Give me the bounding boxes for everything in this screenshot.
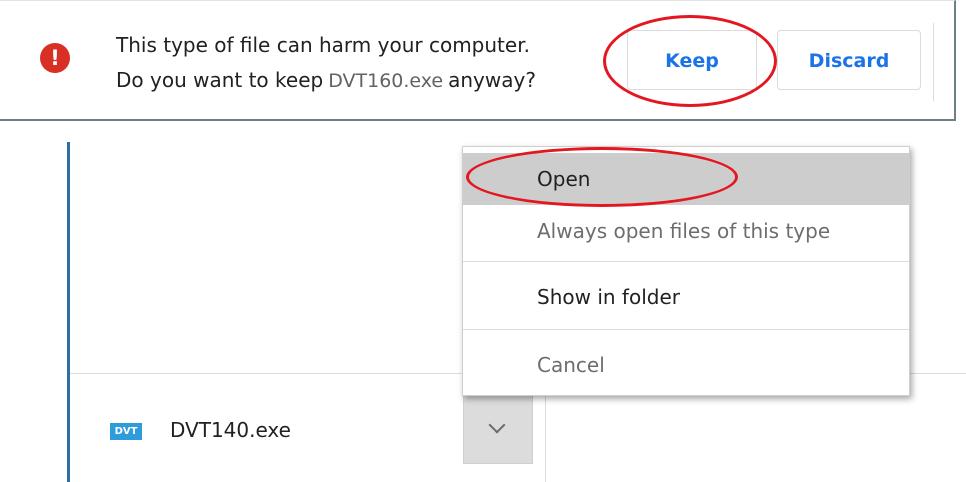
menu-item-open[interactable]: Open: [463, 153, 909, 205]
screenshot-stage: ! This type of file can harm your comput…: [0, 0, 966, 482]
discard-button[interactable]: Discard: [777, 30, 921, 90]
download-item-name[interactable]: DVT140.exe: [170, 418, 291, 442]
warning-line-2-prefix: Do you want to keep: [116, 68, 324, 92]
menu-separator: [463, 329, 909, 330]
warning-message: This type of file can harm your computer…: [116, 28, 536, 99]
download-menu-button[interactable]: [463, 394, 533, 464]
menu-item-always-open[interactable]: Always open files of this type: [463, 205, 909, 257]
download-context-menu: Open Always open files of this type Show…: [462, 146, 910, 396]
warning-file-name: DVT160.exe: [328, 70, 444, 92]
menu-item-show-in-folder[interactable]: Show in folder: [463, 271, 909, 323]
menu-item-cancel[interactable]: Cancel: [463, 339, 909, 391]
chevron-down-icon: [488, 416, 506, 434]
dvt-file-icon: DVT: [110, 423, 142, 440]
dangerous-download-bar: ! This type of file can harm your comput…: [0, 0, 956, 121]
bar-divider: [933, 23, 934, 101]
keep-button[interactable]: Keep: [627, 30, 757, 90]
menu-separator: [463, 261, 909, 262]
warning-line-2: Do you want to keep DVT160.exe anyway?: [116, 63, 536, 99]
warning-line-1: This type of file can harm your computer…: [116, 33, 530, 57]
exclamation-icon: !: [40, 43, 70, 73]
warning-line-2-suffix: anyway?: [448, 68, 536, 92]
